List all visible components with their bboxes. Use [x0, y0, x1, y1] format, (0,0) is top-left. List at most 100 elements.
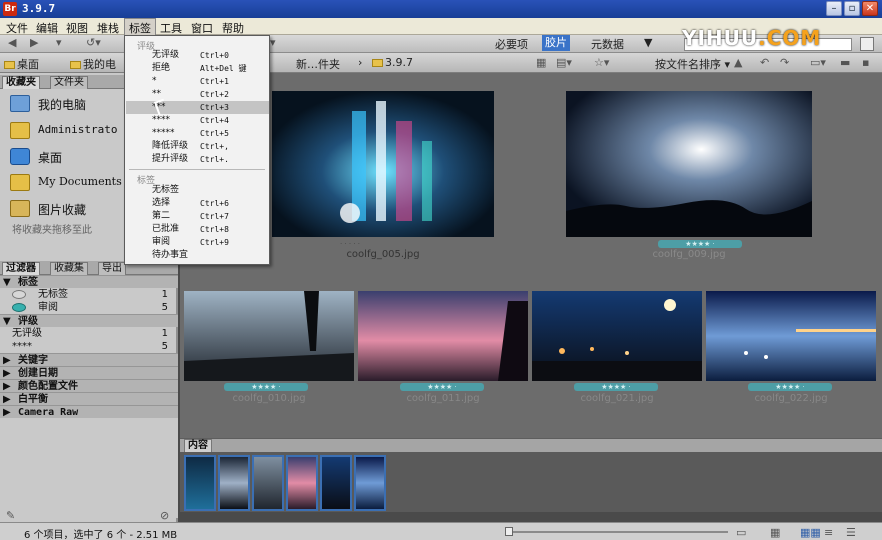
- clear-filter-icon[interactable]: ⊘: [160, 509, 169, 522]
- menu-item-no-label[interactable]: 无标签: [126, 184, 269, 197]
- strip-thumbnail[interactable]: [286, 455, 318, 511]
- open-folder-icon[interactable]: ▭▾: [810, 56, 826, 69]
- toolbar-chevron-icon[interactable]: ▾: [270, 36, 276, 49]
- breadcrumb-desktop[interactable]: 桌面: [4, 56, 39, 72]
- thumbnail-image: [566, 91, 812, 237]
- computer-icon: [10, 95, 30, 112]
- thumbnail-image: [706, 291, 876, 381]
- breadcrumb-current[interactable]: 3.9.7: [372, 56, 413, 69]
- filter-section-camera-raw[interactable]: ▶ Camera Raw: [0, 405, 178, 418]
- thumbnail-view-icon[interactable]: ▦▦: [800, 526, 821, 539]
- menu-item-two-stars[interactable]: ** Ctrl+2: [126, 88, 269, 101]
- tab-favorites[interactable]: 收藏夹: [2, 76, 40, 89]
- breadcrumb-new-folder[interactable]: 新…件夹: [296, 56, 340, 72]
- strip-thumbnail[interactable]: [184, 455, 216, 511]
- back-arrow-icon[interactable]: ◀: [8, 36, 16, 49]
- workspace-chevron-icon[interactable]: ▼: [644, 36, 652, 49]
- zoom-in-icon[interactable]: ▭: [736, 526, 746, 539]
- content-strip: [180, 452, 882, 512]
- filter-section-date-created[interactable]: ▶ 创建日期: [0, 366, 178, 379]
- grid-view-icon[interactable]: ▦: [536, 56, 546, 69]
- menu-item-decrease-rating[interactable]: 降低评级 Ctrl+,: [126, 140, 269, 153]
- slider-handle[interactable]: [505, 527, 513, 536]
- list-view-icon[interactable]: ☰: [846, 526, 856, 539]
- label-menu-dropdown: 评级 无评级 Ctrl+0 拒绝 Alt+Del 键 * Ctrl+1 ** Ctrl+…: [124, 35, 270, 265]
- title-bar: Br 3.9.7 – ▫ ✕: [0, 0, 882, 18]
- filter-row-no-label[interactable]: 无标签 1: [0, 288, 178, 301]
- tab-collections[interactable]: 收藏集: [50, 262, 88, 275]
- menu-item-no-rating[interactable]: 无评级 Ctrl+0: [126, 49, 269, 62]
- menu-item-increase-rating[interactable]: 提升评级 Ctrl+.: [126, 153, 269, 166]
- thumbnail-image: [358, 291, 528, 381]
- tab-export[interactable]: 导出: [98, 262, 126, 275]
- folder-icon: [10, 122, 30, 139]
- favorites-drop-hint: 将收藏夹拖移至此: [12, 225, 92, 236]
- menu-item-four-stars[interactable]: **** Ctrl+4: [126, 114, 269, 127]
- filter-section-color-profile[interactable]: ▶ 颜色配置文件: [0, 379, 178, 392]
- tab-content[interactable]: 内容: [184, 439, 212, 452]
- menu-item-reject[interactable]: 拒绝 Alt+Del 键: [126, 62, 269, 75]
- lock-icon[interactable]: ▦: [770, 526, 780, 539]
- dropdown-chevron-icon[interactable]: ▾: [56, 36, 62, 49]
- site-watermark: YIHUU.COM: [682, 26, 822, 50]
- filter-section-label[interactable]: ▼ 标签: [0, 275, 178, 288]
- strip-thumbnail[interactable]: [354, 455, 386, 511]
- review-label-icon: [12, 303, 26, 312]
- delete-icon[interactable]: ▪: [862, 56, 869, 69]
- details-view-icon[interactable]: ≡: [824, 526, 833, 539]
- sort-dropdown[interactable]: 按文件名排序 ▾: [655, 56, 730, 72]
- desktop-icon: [10, 148, 30, 165]
- content-strip-header: 内容: [180, 438, 882, 452]
- thumbnail-image: [184, 291, 354, 381]
- strip-thumbnail[interactable]: [320, 455, 352, 511]
- recent-folder-icon[interactable]: ↺▾: [86, 36, 101, 49]
- menu-item-approved[interactable]: 已批准 Ctrl+8: [126, 223, 269, 236]
- strip-thumbnail[interactable]: [218, 455, 250, 511]
- rotate-left-icon[interactable]: ↶: [760, 56, 769, 69]
- rotate-right-icon[interactable]: ↷: [780, 56, 789, 69]
- filter-empty-area: [0, 418, 178, 518]
- new-folder-icon[interactable]: ▬: [840, 56, 850, 69]
- filter-view-icon[interactable]: ▤▾: [556, 56, 572, 69]
- menu-item-one-star[interactable]: * Ctrl+1: [126, 75, 269, 88]
- thumbnail-image: [532, 291, 702, 381]
- thumbnail-image: [272, 91, 494, 237]
- filter-section-rating[interactable]: ▼ 评级: [0, 314, 178, 327]
- filter-section-keywords[interactable]: ▶ 关键字: [0, 353, 178, 366]
- menu-item-review[interactable]: 审阅 Ctrl+9: [126, 236, 269, 249]
- compact-mode-button[interactable]: [860, 37, 874, 51]
- window-title: 3.9.7: [22, 2, 56, 15]
- menu-item-select[interactable]: 选择 Ctrl+6: [126, 197, 269, 210]
- sort-ascending-icon[interactable]: ▲: [734, 56, 742, 69]
- maximize-button[interactable]: ▫: [844, 1, 860, 16]
- tab-folders[interactable]: 文件夹: [50, 76, 88, 89]
- no-label-icon: [12, 290, 26, 299]
- workspace-metadata[interactable]: 元数据: [588, 36, 627, 52]
- thumbnail-size-slider[interactable]: [508, 531, 728, 533]
- filter-section-white-balance[interactable]: ▶ 白平衡: [0, 392, 178, 405]
- content-grid: · · · · · coolfg_005.jpg ★★★★ · coolfg_0…: [180, 73, 882, 438]
- workspace-essentials[interactable]: 必要项: [492, 36, 531, 52]
- breadcrumb-computer[interactable]: 我的电: [70, 56, 116, 72]
- filter-row-no-rating[interactable]: 无评级 1: [0, 327, 178, 340]
- menu-item-todo[interactable]: 待办事宜: [126, 249, 269, 262]
- minimize-button[interactable]: –: [826, 1, 842, 16]
- menu-separator: [129, 169, 265, 170]
- forward-arrow-icon[interactable]: ▶: [30, 36, 38, 49]
- pictures-icon: [10, 200, 30, 217]
- breadcrumb-separator: ›: [358, 56, 363, 69]
- filter-row-four-stars[interactable]: **** 5: [0, 340, 178, 353]
- menu-item-three-stars[interactable]: *** Ctrl+3: [126, 101, 269, 114]
- menu-item-second[interactable]: 第二 Ctrl+7: [126, 210, 269, 223]
- status-bar: 6 个项目，选中了 6 个 - 2.51 MB ▭ ▦ ▦▦ ≡ ☰: [0, 522, 882, 540]
- tab-filter[interactable]: 过滤器: [2, 262, 40, 275]
- folder-icon: [10, 174, 30, 191]
- filter-row-review[interactable]: 审阅 5: [0, 301, 178, 314]
- close-button[interactable]: ✕: [862, 1, 878, 16]
- workspace-filmstrip[interactable]: 胶片: [542, 35, 570, 51]
- menu-item-five-stars[interactable]: ***** Ctrl+5: [126, 127, 269, 140]
- pin-icon[interactable]: ✎: [6, 509, 15, 522]
- strip-thumbnail[interactable]: [252, 455, 284, 511]
- computer-icon: [70, 61, 81, 69]
- star-filter-icon[interactable]: ☆▾: [594, 56, 609, 69]
